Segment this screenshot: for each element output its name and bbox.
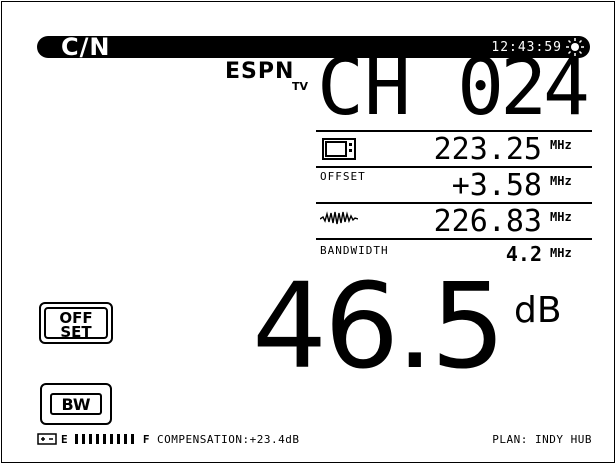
offset-value: +3.58 [451, 168, 542, 203]
bandwidth-unit: MHz [550, 246, 572, 260]
signal-frequency-unit: MHz [550, 210, 572, 224]
tv-frequency-value: 223.25 [433, 132, 542, 167]
signal-frequency-value: 226.83 [433, 204, 542, 239]
tv-frequency-unit: MHz [550, 138, 572, 152]
offset-button-face: OFF SET [44, 307, 108, 341]
gauge-full-label: F [142, 433, 150, 446]
offset-label: OFFSET [320, 170, 366, 183]
channel-sub: TV [292, 80, 309, 93]
bandwidth-value: 4.2 [505, 242, 542, 266]
mode-title: C/N [61, 33, 111, 61]
cn-measurement-unit: dB [514, 290, 562, 331]
compensation-readout: COMPENSATION:+23.4dB [157, 433, 300, 446]
channel-label: CH [317, 43, 411, 133]
gauge-bars [75, 434, 135, 444]
channel-plan-readout: PLAN: INDY HUB [492, 433, 592, 446]
offset-button-line2: SET [60, 323, 92, 341]
divider [316, 238, 592, 240]
status-footer: E F COMPENSATION:+23.4dB PLAN: INDY HUB [37, 433, 592, 447]
cn-measurement-value: 46.5 [252, 257, 506, 395]
meter-screen: C/N 12:43:59 ESPN TV CH 024 223.25 MHz O… [1, 1, 615, 463]
battery-icon [37, 433, 57, 445]
channel-name: ESPN [225, 59, 295, 84]
offset-unit: MHz [550, 174, 572, 188]
bandwidth-label: BANDWIDTH [320, 244, 389, 257]
waveform-icon [320, 211, 358, 225]
tv-icon [322, 138, 356, 160]
battery-gauge: E F [61, 433, 150, 446]
offset-button[interactable]: OFF SET [39, 302, 113, 344]
channel-number: 024 [457, 43, 590, 133]
bandwidth-button[interactable]: BW [40, 383, 112, 425]
bandwidth-button-label: BW [50, 393, 102, 415]
gauge-empty-label: E [61, 433, 68, 446]
